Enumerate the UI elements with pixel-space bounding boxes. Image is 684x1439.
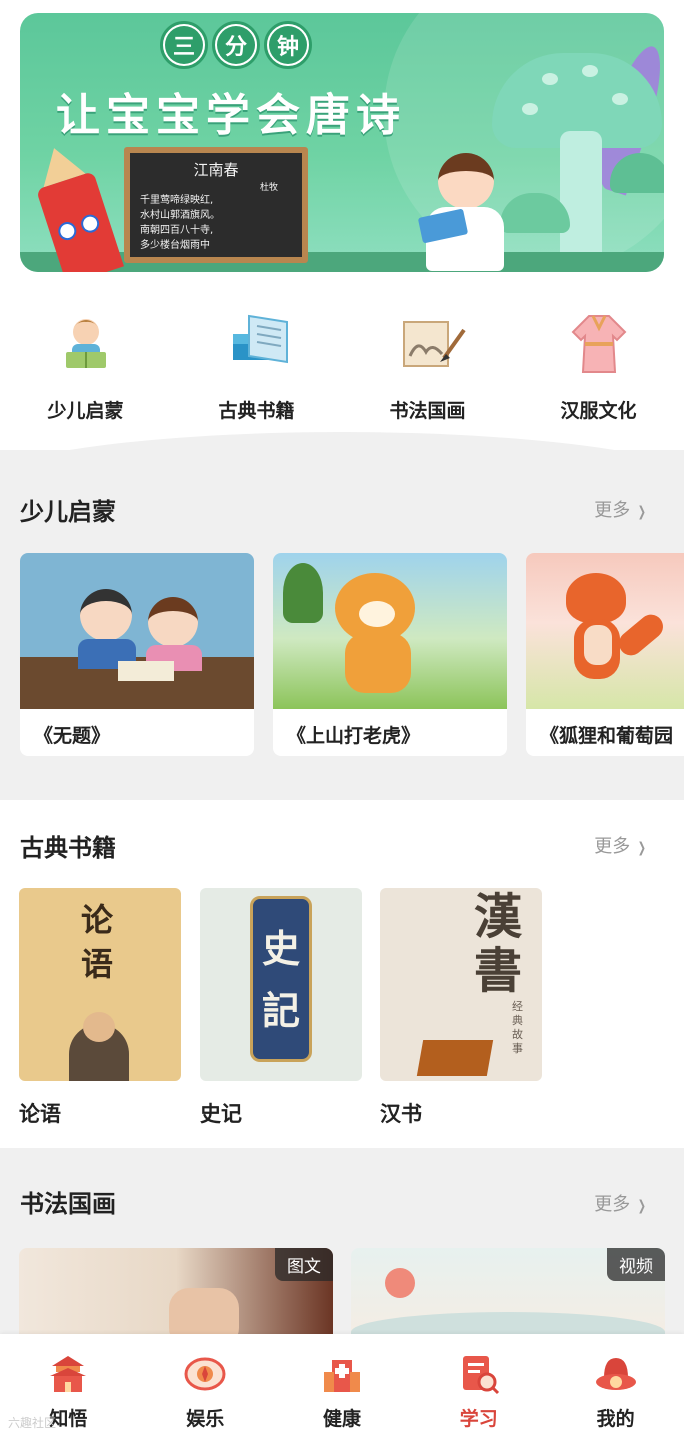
poem-author: 杜牧 (259, 183, 278, 193)
bottom-nav: 知悟 娱乐 健康 学习 我的 (0, 1334, 684, 1439)
child-reading-icon (56, 312, 116, 376)
pill-text: 分 (217, 26, 255, 64)
nav-item-entertainment[interactable]: 娱乐 (137, 1334, 274, 1439)
cover-subtitle: 经典故事 (512, 1000, 523, 1055)
nav-label: 健康 (322, 1408, 361, 1430)
poem-title: 江南春 (193, 161, 239, 179)
story-caption: 《上山打老虎》 (287, 725, 421, 747)
more-link[interactable]: 更多 ❯ (594, 832, 648, 858)
media-type-badge: 视频 (607, 1248, 665, 1281)
banner-title: 让宝宝学会唐诗 (56, 90, 406, 141)
story-card[interactable]: 《上山打老虎》 (273, 553, 507, 756)
media-card[interactable]: 视频 (351, 1248, 665, 1348)
media-type-badge: 图文 (275, 1248, 333, 1281)
category-label: 书法国画 (389, 400, 466, 422)
book-title: 论语 (19, 1102, 61, 1126)
story-card[interactable]: 《狐狸和葡萄园 (526, 553, 684, 756)
more-link[interactable]: 更多 ❯ (594, 496, 648, 522)
section-title: 少儿启蒙 (20, 498, 116, 526)
media-card[interactable]: 图文 (19, 1248, 333, 1348)
calligraphy-scroll-icon (398, 312, 466, 376)
cover-char: 記 (261, 988, 300, 1033)
category-classics[interactable]: 古典书籍 (171, 300, 342, 450)
banner-area: 三 分 钟 让宝宝学会唐诗 江南春 杜牧 千里莺啼绿映红, 水村山郭酒旗风。 南… (0, 0, 684, 300)
section-painting: 书法国画 更多 ❯ 图文 视频 (0, 1148, 684, 1348)
nav-item-study[interactable]: 学习 (410, 1334, 547, 1439)
category-calligraphy[interactable]: 书法国画 (342, 300, 513, 450)
story-caption: 《无题》 (34, 725, 111, 747)
hanfu-robe-icon (569, 312, 629, 376)
watermark-text: 六趣社区 (8, 1416, 57, 1430)
pill-text: 三 (165, 26, 203, 64)
chalkboard-poem: 江南春 杜牧 千里莺啼绿映红, 水村山郭酒旗风。 南朝四百八十寺, 多少楼台烟雨… (124, 147, 308, 263)
book-title: 汉书 (380, 1102, 422, 1126)
book-title: 史记 (200, 1102, 242, 1126)
section-title: 书法国画 (20, 1190, 116, 1218)
category-label: 汉服文化 (560, 400, 637, 422)
story-caption: 《狐狸和葡萄园 (540, 725, 674, 747)
section-enlightenment: 少儿启蒙 更多 ❯ 《无题》 《上山打老虎》 《狐狸和葡萄园 (0, 470, 684, 800)
study-document-icon (457, 1352, 501, 1396)
classic-books-icon (227, 312, 288, 376)
book-cover[interactable]: 论 语 (19, 888, 181, 1081)
category-label: 少儿启蒙 (47, 400, 124, 422)
story-thumbnail (20, 553, 254, 709)
poem-line: 南朝四百八十寺, (140, 225, 214, 236)
pill-text: 钟 (269, 26, 307, 64)
poem-line: 千里莺啼绿映红, (140, 195, 214, 206)
story-thumbnail (273, 553, 507, 709)
chevron-right-icon: ❯ (638, 1198, 647, 1214)
banner-pills: 三 分 钟 (160, 21, 312, 69)
nav-item-health[interactable]: 健康 (274, 1334, 411, 1439)
category-hanfu[interactable]: 汉服文化 (513, 300, 684, 450)
nav-item-profile[interactable]: 我的 (547, 1334, 684, 1439)
chevron-right-icon: ❯ (638, 840, 647, 856)
nav-label: 娱乐 (186, 1408, 225, 1430)
category-children[interactable]: 少儿启蒙 (0, 300, 171, 450)
cover-char: 论 (81, 901, 114, 939)
more-link[interactable]: 更多 ❯ (594, 1190, 648, 1216)
poem-line: 水村山郭酒旗风。 (140, 210, 220, 221)
category-row: 少儿启蒙 古典书籍 书法国画 汉服文化 (0, 300, 684, 450)
book-cover[interactable]: 漢 書 经典故事 (380, 888, 542, 1081)
cover-char: 漢 (474, 889, 523, 945)
poem-line: 多少楼台烟雨中 (140, 240, 210, 251)
compass-icon (183, 1352, 227, 1396)
story-card[interactable]: 《无题》 (20, 553, 254, 756)
temple-icon (46, 1352, 90, 1396)
hospital-icon (320, 1352, 364, 1396)
cover-char: 史 (261, 926, 300, 971)
profile-hat-icon (594, 1352, 638, 1396)
promo-banner[interactable]: 三 分 钟 让宝宝学会唐诗 江南春 杜牧 千里莺啼绿映红, 水村山郭酒旗风。 南… (20, 13, 664, 272)
section-classics: 古典书籍 更多 ❯ 论 语 论语 史 記 史记 漢 書 经典故事 汉书 (0, 800, 684, 1148)
category-label: 古典书籍 (218, 400, 295, 422)
child-reading-illustration (417, 153, 510, 271)
story-thumbnail (526, 553, 684, 709)
section-title: 古典书籍 (20, 834, 116, 862)
cover-char: 语 (81, 945, 114, 983)
chevron-right-icon: ❯ (638, 504, 647, 520)
cover-char: 書 (474, 943, 523, 999)
book-cover[interactable]: 史 記 (200, 888, 362, 1081)
nav-label: 我的 (596, 1408, 635, 1430)
nav-label: 学习 (459, 1408, 498, 1430)
